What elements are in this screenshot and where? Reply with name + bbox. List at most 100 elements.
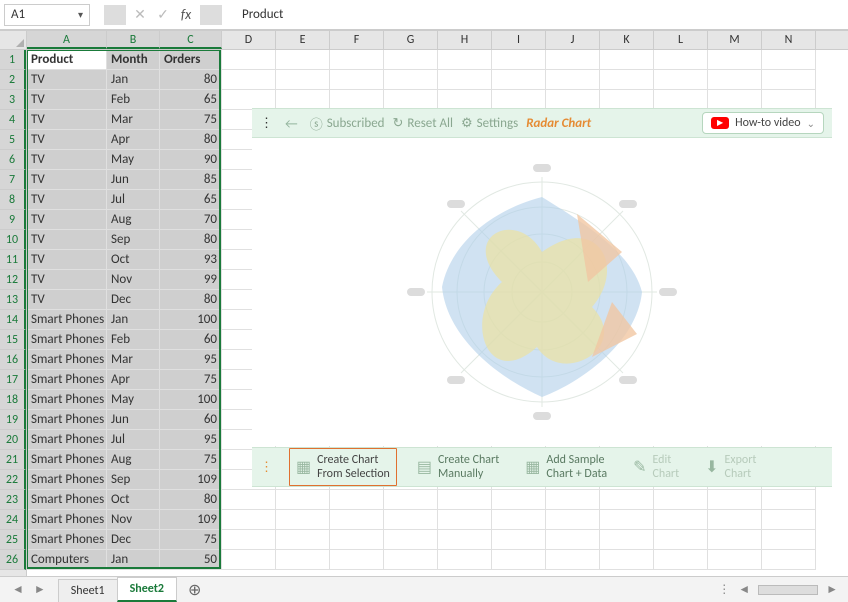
create-chart-manually-button[interactable]: ▤ Create Chart Manually [411, 449, 505, 485]
cell[interactable]: Sep [107, 230, 160, 250]
cell[interactable]: Jan [107, 310, 160, 330]
cell[interactable]: TV [27, 70, 107, 90]
cell[interactable] [762, 90, 816, 110]
cell[interactable]: Sep [107, 470, 160, 490]
cell[interactable]: 109 [160, 510, 222, 530]
cell[interactable] [654, 50, 708, 70]
row-header[interactable]: 12 [0, 270, 26, 290]
create-chart-from-selection-button[interactable]: ▦ Create Chart From Selection [289, 448, 397, 486]
cell[interactable] [654, 70, 708, 90]
cell[interactable] [438, 550, 492, 570]
cell[interactable] [330, 530, 384, 550]
add-sample-button[interactable]: ▦ Add Sample Chart + Data [519, 449, 613, 485]
cell[interactable] [222, 90, 276, 110]
row-header[interactable]: 22 [0, 470, 26, 490]
cell[interactable]: Mar [107, 350, 160, 370]
row-header[interactable]: 8 [0, 190, 26, 210]
sheet-prev-icon[interactable]: ◄ [12, 582, 24, 597]
cell[interactable]: Smart Phones [27, 450, 107, 470]
cell[interactable] [276, 510, 330, 530]
cell[interactable] [276, 50, 330, 70]
cell[interactable] [708, 510, 762, 530]
cell[interactable] [222, 70, 276, 90]
column-header[interactable]: D [222, 31, 276, 49]
cell[interactable] [546, 550, 600, 570]
cell[interactable] [276, 490, 330, 510]
scroll-left-icon[interactable]: ◄ [738, 582, 750, 597]
column-header[interactable]: J [546, 31, 600, 49]
row-header[interactable]: 24 [0, 510, 26, 530]
cell[interactable]: 65 [160, 90, 222, 110]
cell[interactable] [546, 530, 600, 550]
row-header[interactable]: 11 [0, 250, 26, 270]
cell[interactable]: Orders [160, 50, 222, 70]
cell[interactable]: 65 [160, 190, 222, 210]
cell[interactable]: Smart Phones [27, 370, 107, 390]
cell[interactable] [276, 530, 330, 550]
row-header[interactable]: 10 [0, 230, 26, 250]
cell[interactable]: May [107, 150, 160, 170]
cell[interactable] [222, 530, 276, 550]
cell[interactable] [330, 490, 384, 510]
cell[interactable] [546, 490, 600, 510]
cell[interactable]: Smart Phones [27, 430, 107, 450]
cell[interactable] [600, 510, 654, 530]
cell[interactable]: 109 [160, 470, 222, 490]
row-headers[interactable]: 1234567891011121314151617181920212223242… [0, 50, 27, 576]
cell[interactable]: 80 [160, 70, 222, 90]
cell[interactable]: TV [27, 170, 107, 190]
row-header[interactable]: 1 [0, 50, 26, 70]
column-header[interactable]: L [654, 31, 708, 49]
cell[interactable] [384, 510, 438, 530]
cell[interactable] [492, 510, 546, 530]
cell[interactable] [762, 70, 816, 90]
cell[interactable] [276, 90, 330, 110]
row-header[interactable]: 14 [0, 310, 26, 330]
column-header[interactable]: N [762, 31, 816, 49]
cell[interactable]: Aug [107, 450, 160, 470]
cell[interactable] [546, 90, 600, 110]
cell[interactable]: 50 [160, 550, 222, 570]
cell[interactable] [654, 550, 708, 570]
cell[interactable]: Jan [107, 70, 160, 90]
column-header[interactable]: A [27, 31, 107, 49]
cell[interactable]: May [107, 390, 160, 410]
cell[interactable]: 80 [160, 230, 222, 250]
cell[interactable]: Apr [107, 370, 160, 390]
cell[interactable]: 75 [160, 450, 222, 470]
cell[interactable]: Smart Phones [27, 390, 107, 410]
select-all-corner[interactable] [0, 31, 27, 50]
row-header[interactable]: 7 [0, 170, 26, 190]
export-chart-button[interactable]: ⬇ Export Chart [699, 449, 762, 485]
cell[interactable]: 100 [160, 310, 222, 330]
column-headers[interactable]: ABCDEFGHIJKLMN [27, 31, 848, 50]
drag-handle-icon[interactable]: ⋮ [260, 460, 271, 475]
row-header[interactable]: 17 [0, 370, 26, 390]
cell[interactable] [762, 530, 816, 550]
cell[interactable]: TV [27, 190, 107, 210]
cell[interactable]: Apr [107, 130, 160, 150]
cell[interactable] [600, 530, 654, 550]
scroll-track[interactable] [758, 585, 818, 595]
enter-icon[interactable]: ✓ [152, 6, 174, 23]
cell[interactable] [708, 530, 762, 550]
column-header[interactable]: B [107, 31, 160, 49]
cell[interactable] [654, 490, 708, 510]
cell[interactable] [330, 70, 384, 90]
cell[interactable]: TV [27, 150, 107, 170]
cell[interactable] [384, 70, 438, 90]
cell[interactable]: Month [107, 50, 160, 70]
cell[interactable]: Oct [107, 490, 160, 510]
cell[interactable]: TV [27, 250, 107, 270]
cell[interactable]: Jun [107, 170, 160, 190]
column-header[interactable]: K [600, 31, 654, 49]
cell[interactable]: Smart Phones [27, 470, 107, 490]
cell[interactable] [438, 510, 492, 530]
row-header[interactable]: 21 [0, 450, 26, 470]
cell[interactable]: 75 [160, 370, 222, 390]
cell[interactable]: Oct [107, 250, 160, 270]
cell[interactable]: TV [27, 130, 107, 150]
cell[interactable]: 75 [160, 110, 222, 130]
sheet-nav[interactable]: ◄ ► [0, 582, 58, 597]
cell[interactable] [708, 70, 762, 90]
